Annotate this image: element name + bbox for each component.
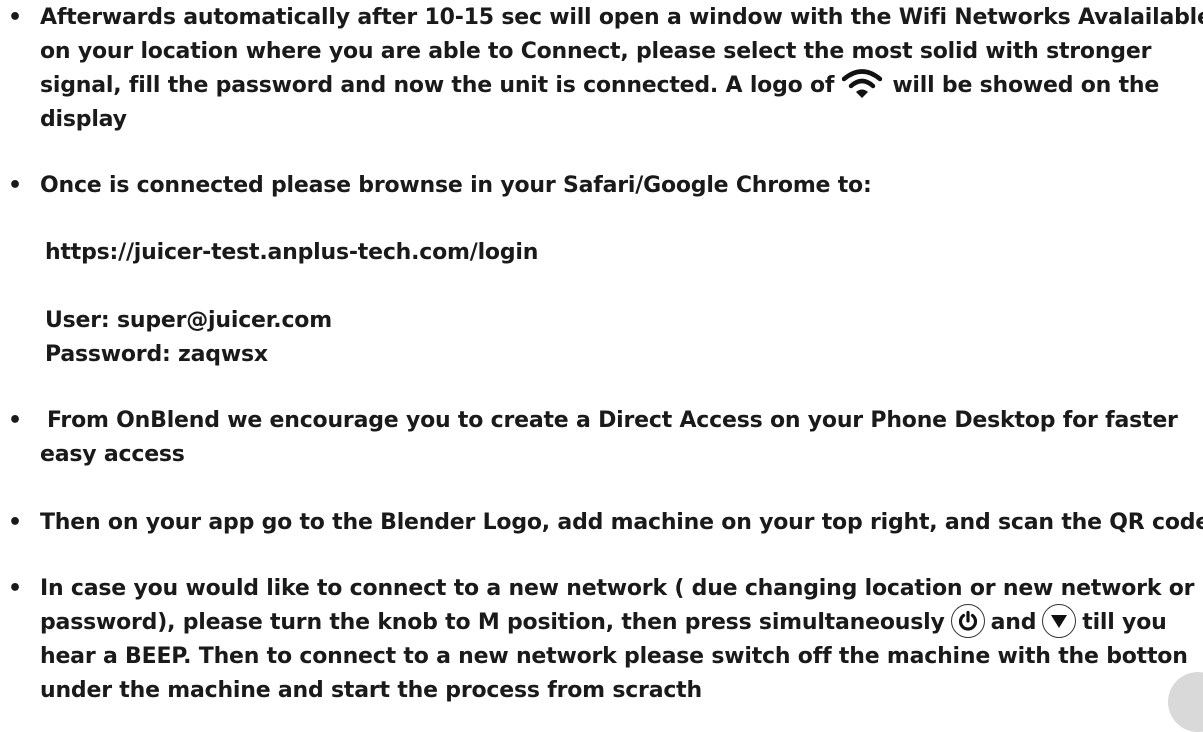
text-line: Afterwards automatically after 10-15 sec…: [40, 5, 1203, 30]
user-line: User: super@juicer.com: [45, 308, 332, 333]
instruction-direct-access: From OnBlend we encourage you to create …: [47, 404, 1178, 438]
text-line: easy access: [40, 442, 185, 467]
power-icon: [950, 604, 985, 638]
instruction-direct-access-cont: easy access: [40, 438, 185, 472]
text-line: password), please turn the knob to M pos…: [40, 604, 1194, 640]
login-url: https://juicer-test.anplus-tech.com/logi…: [45, 240, 539, 265]
bullet: •: [8, 510, 23, 535]
bullet: •: [8, 408, 23, 433]
bullet: •: [8, 5, 23, 30]
down-arrow-icon: [1042, 604, 1077, 638]
instruction-app: Then on your app go to the Blender Logo,…: [40, 506, 1203, 540]
instructions-page: • Afterwards automatically after 10-15 s…: [0, 0, 1203, 732]
instruction-browse: Once is connected please brownse in your…: [40, 169, 872, 203]
instruction-new-network: In case you would like to connect to a n…: [40, 572, 1194, 708]
text-line: In case you would like to connect to a n…: [40, 576, 1195, 601]
text-line: hear a BEEP. Then to connect to a new ne…: [40, 644, 1188, 669]
text-line: Once is connected please brownse in your…: [40, 173, 872, 198]
text-line: From OnBlend we encourage you to create …: [47, 408, 1178, 433]
text-line: on your location where you are able to C…: [40, 39, 1152, 64]
text-line: Then on your app go to the Blender Logo,…: [40, 510, 1203, 535]
instruction-wifi: Afterwards automatically after 10-15 sec…: [40, 1, 1203, 137]
text-line: display: [40, 107, 127, 132]
wifi-icon: [842, 68, 883, 98]
text-line: under the machine and start the process …: [40, 678, 702, 703]
password-line: Password: zaqwsx: [45, 342, 268, 367]
bullet: •: [8, 576, 23, 601]
credentials: User: super@juicer.com Password: zaqwsx: [45, 304, 332, 372]
text-line: signal, fill the password and now the un…: [40, 69, 1203, 103]
bullet: •: [8, 173, 23, 198]
